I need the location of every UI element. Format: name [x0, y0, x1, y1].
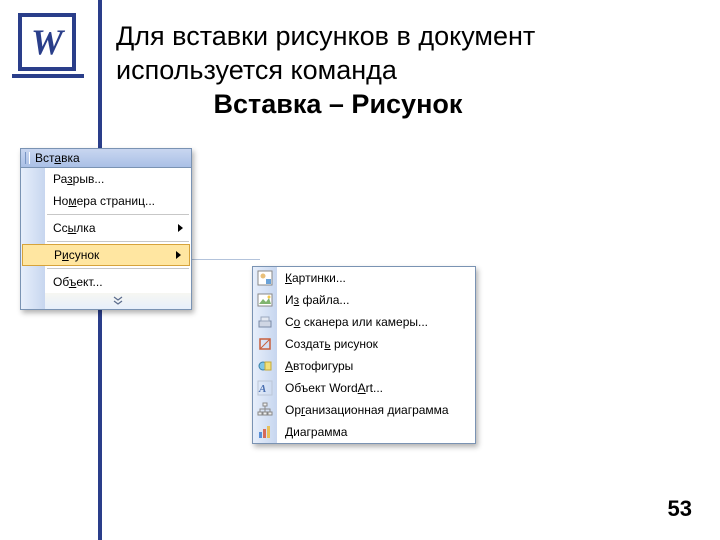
menu-item-break[interactable]: Разрыв... [45, 168, 191, 190]
menu-item-picture[interactable]: Рисунок [22, 244, 190, 266]
menu-title: Вставка [35, 151, 80, 165]
svg-text:A: A [258, 383, 266, 395]
title-text: Для вставки рисунков в документ использу… [116, 21, 535, 85]
autoshapes-icon [253, 355, 277, 377]
submenu-arrow-icon [178, 224, 183, 232]
expand-menu-button[interactable] [45, 293, 191, 309]
submenu-item-new-drawing[interactable]: Создать рисунок [277, 333, 475, 355]
menu-separator [47, 268, 189, 269]
insert-menu: Вставка Разрыв... Номера страниц... Ссыл… [20, 148, 192, 310]
from-file-icon [253, 289, 277, 311]
submenu-arrow-icon [176, 251, 181, 259]
logo-letter: W [31, 24, 63, 60]
submenu-item-orgchart[interactable]: Организационная диаграмма [277, 399, 475, 421]
menu-item-page-numbers[interactable]: Номера страниц... [45, 190, 191, 212]
menu-separator [47, 241, 189, 242]
page-number: 53 [668, 496, 692, 522]
submenu-item-from-file[interactable]: Из файла... [277, 289, 475, 311]
submenu-item-autoshapes[interactable]: Автофигуры [277, 355, 475, 377]
accent-horizontal-bar [12, 74, 84, 78]
orgchart-icon [253, 399, 277, 421]
submenu-item-scanner[interactable]: Со сканера или камеры... [277, 311, 475, 333]
menu-item-object[interactable]: Объект... [45, 271, 191, 293]
chart-icon [253, 421, 277, 443]
clipart-icon [253, 267, 277, 289]
wordart-icon: A [253, 377, 277, 399]
submenu-items: Картинки... Из файла... Со сканера или к… [277, 267, 475, 443]
scanner-icon [253, 311, 277, 333]
submenu-item-wordart[interactable]: A Объект WordArt... [277, 377, 475, 399]
submenu-item-clipart[interactable]: Картинки... [277, 267, 475, 289]
title-command: Вставка – Рисунок [214, 89, 463, 119]
menu-grip [25, 152, 30, 164]
new-drawing-icon [253, 333, 277, 355]
menu-items: Разрыв... Номера страниц... Ссылка Рисун… [45, 168, 191, 309]
menu-title-bar[interactable]: Вставка [21, 149, 191, 168]
slide-title: Для вставки рисунков в документ использу… [116, 20, 690, 121]
blank-icon [23, 244, 45, 266]
picture-submenu: Картинки... Из файла... Со сканера или к… [252, 266, 476, 444]
submenu-item-chart[interactable]: Диаграмма [277, 421, 475, 443]
menu-item-reference[interactable]: Ссылка [45, 217, 191, 239]
word-logo: W [18, 13, 76, 71]
menu-separator [47, 214, 189, 215]
menu-icon-column [21, 168, 45, 309]
